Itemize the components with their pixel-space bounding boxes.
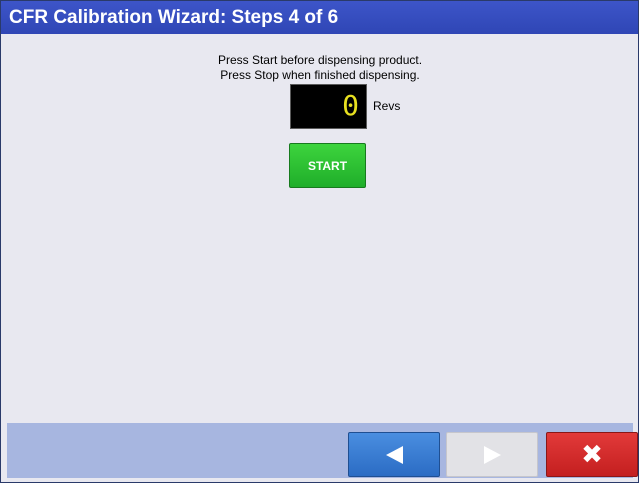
calibration-wizard-window: CFR Calibration Wizard: Steps 4 of 6 Pre…: [0, 0, 639, 483]
start-button[interactable]: START: [289, 143, 366, 188]
right-arrow-icon: [483, 445, 501, 464]
close-icon: ✖: [581, 439, 603, 470]
next-button[interactable]: [446, 432, 538, 477]
left-arrow-icon: [385, 445, 403, 464]
cancel-button[interactable]: ✖: [546, 432, 638, 477]
instruction-line-1: Press Start before dispensing product.: [217, 53, 423, 67]
revs-unit-label: Revs: [373, 99, 401, 113]
revs-counter-display: 0: [290, 84, 367, 129]
window-title: CFR Calibration Wizard: Steps 4 of 6: [1, 1, 638, 34]
revs-counter-value: 0: [342, 89, 359, 122]
wizard-footer: ✖: [7, 423, 638, 478]
back-button[interactable]: [348, 432, 440, 477]
wizard-content: Press Start before dispensing product. P…: [7, 41, 633, 423]
start-button-label: START: [307, 158, 348, 173]
instruction-line-2: Press Stop when finished dispensing.: [220, 68, 420, 82]
